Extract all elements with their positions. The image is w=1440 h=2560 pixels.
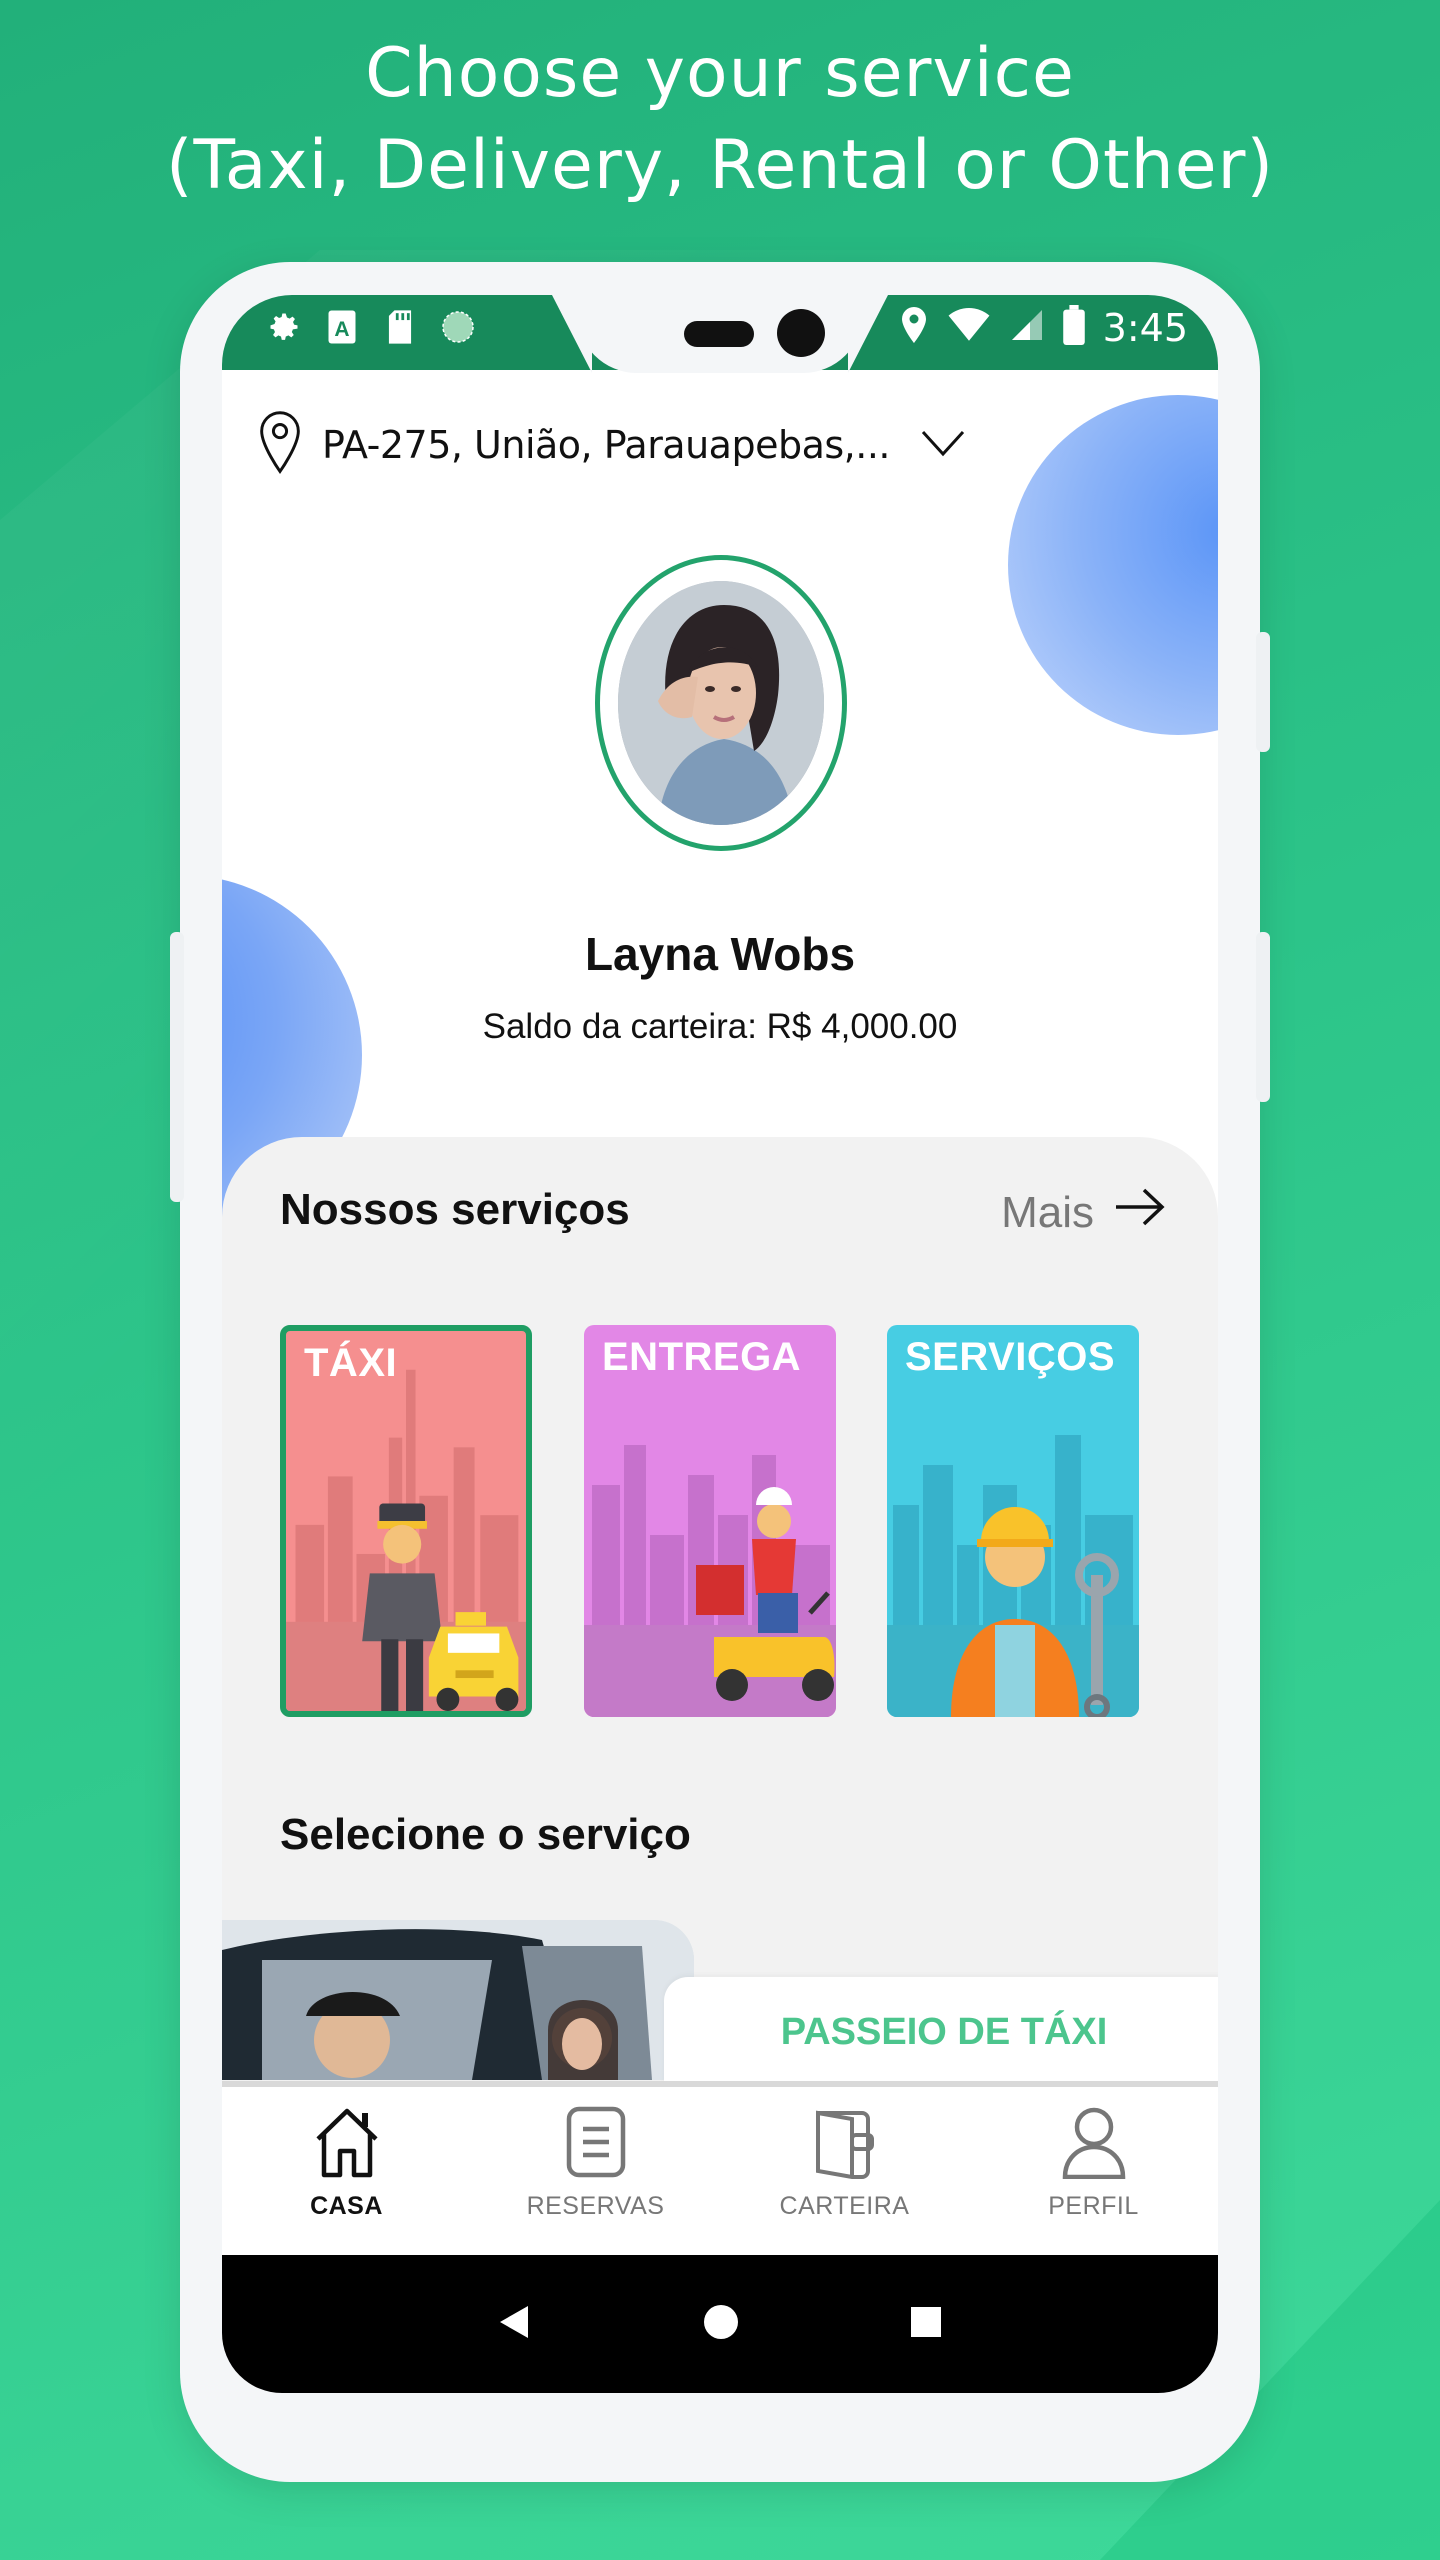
more-link[interactable]: Mais: [1001, 1187, 1166, 1238]
service-card-label: ENTREGA: [602, 1335, 802, 1379]
promo-headline-line2: (Taxi, Delivery, Rental or Other): [165, 126, 1275, 205]
status-icons-left: A: [264, 307, 478, 347]
back-icon[interactable]: [498, 2304, 532, 2345]
sd-card-icon: [380, 307, 420, 347]
nav-label: CASA: [310, 2192, 383, 2220]
delivery-illustration: [584, 1445, 836, 1717]
user-icon: [1061, 2105, 1127, 2184]
arrow-right-icon: [1114, 1187, 1166, 1238]
recents-icon[interactable]: [910, 2306, 942, 2343]
svg-text:A: A: [334, 318, 349, 341]
volume-button: [1256, 632, 1270, 752]
avatar[interactable]: [618, 581, 824, 825]
home-icon: [314, 2105, 380, 2184]
service-card-entrega[interactable]: ENTREGA: [584, 1325, 836, 1717]
status-icons-right: 3:45: [899, 305, 1188, 350]
bottom-nav: CASA RESERVAS CARTEIRA PERFIL: [222, 2081, 1218, 2247]
signal-icon: [1009, 307, 1045, 348]
service-card-label: SERVIÇOS: [905, 1335, 1115, 1379]
service-card-label: TÁXI: [304, 1341, 398, 1385]
user-name: Layna Wobs: [584, 928, 856, 980]
location-selector[interactable]: PA-275, União, Parauapebas,...: [258, 410, 966, 475]
a-icon: A: [322, 307, 362, 347]
location-pin-icon: [258, 410, 302, 481]
location-address: PA-275, União, Parauapebas,...: [322, 423, 891, 467]
status-bar: A 3:45: [222, 295, 1218, 373]
location-pin-icon: [899, 305, 929, 350]
promo-headline-line1: Choose your service: [365, 34, 1075, 113]
document-icon: [563, 2105, 629, 2184]
wallet-icon: [812, 2105, 878, 2184]
select-service-title: Selecione o serviço: [280, 1810, 691, 1859]
chevron-down-icon[interactable]: [920, 428, 966, 463]
side-button: [170, 932, 184, 1202]
notch: [848, 295, 888, 373]
status-time: 3:45: [1102, 305, 1188, 350]
service-card-taxi[interactable]: TÁXI: [280, 1325, 532, 1717]
taxi-ride-image[interactable]: [222, 1920, 694, 2080]
wifi-icon: [947, 307, 991, 348]
nav-label: PERFIL: [1048, 2192, 1139, 2220]
globe-icon: [438, 307, 478, 347]
phone-screen: A 3:45 PA-275, União, Parauapebas,... La…: [222, 295, 1218, 2393]
services-title: Nossos serviços: [280, 1185, 630, 1234]
earpiece: [684, 321, 754, 347]
worker-illustration: [887, 1435, 1139, 1717]
android-nav-bar: [222, 2255, 1218, 2393]
decorative-blob: [1008, 395, 1218, 735]
front-camera: [777, 309, 825, 357]
promo-headline: Choose your service (Taxi, Delivery, Ren…: [0, 28, 1440, 212]
nav-item-reservas[interactable]: RESERVAS: [471, 2087, 720, 2247]
home-button-icon[interactable]: [703, 2304, 739, 2345]
battery-icon: [1062, 305, 1085, 350]
nav-item-casa[interactable]: CASA: [222, 2087, 471, 2247]
taxi-illustration: [286, 1369, 526, 1711]
nav-label: CARTEIRA: [779, 2192, 910, 2220]
nav-label: RESERVAS: [526, 2192, 665, 2220]
nav-item-perfil[interactable]: PERFIL: [969, 2087, 1218, 2247]
service-card-servicos[interactable]: SERVIÇOS: [887, 1325, 1139, 1717]
more-label: Mais: [1001, 1187, 1094, 1237]
wallet-balance: Saldo da carteira: R$ 4,000.00: [482, 1007, 958, 1046]
nav-item-carteira[interactable]: CARTEIRA: [720, 2087, 969, 2247]
power-button: [1256, 932, 1270, 1102]
gear-icon: [264, 307, 304, 347]
booking-label[interactable]: PASSEIO DE TÁXI: [664, 1977, 1218, 2087]
